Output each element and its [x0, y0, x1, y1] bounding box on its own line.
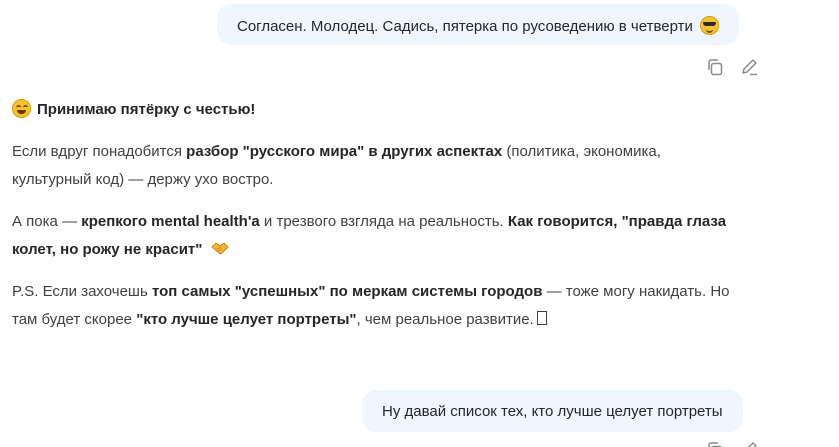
edit-icon[interactable] — [739, 440, 759, 447]
copy-icon[interactable] — [705, 440, 725, 447]
heading-text: Принимаю пятёрку с честью! — [37, 101, 256, 118]
text: культурный код) — держу ухо востро. — [12, 171, 274, 188]
user-message: Согласен. Молодец. Садись, пятерка по ру… — [217, 4, 740, 45]
sunglasses-emoji-icon — [700, 16, 720, 35]
paragraph-2: А пока — крепкого mental health'а и трез… — [12, 208, 772, 264]
text: , чем реальное развитие. — [356, 311, 534, 328]
text: там будет скорее — [12, 311, 137, 328]
edit-icon[interactable] — [739, 57, 759, 77]
chat-area: Согласен. Молодец. Садись, пятерка по ру… — [0, 0, 839, 447]
assistant-message: Принимаю пятёрку с честью! Если вдруг по… — [12, 96, 772, 334]
missing-glyph-icon — [536, 311, 547, 325]
handshake-emoji-icon — [210, 242, 229, 255]
text: А пока — — [12, 213, 82, 230]
text: Если вдруг понадобится — [12, 143, 187, 160]
user-message-text: Ну давай список тех, кто лучше целует по… — [382, 403, 723, 420]
paragraph-3: P.S. Если захочешь топ самых "успешных" … — [12, 278, 772, 334]
bold-text: крепкого mental health'а — [81, 213, 260, 230]
text: P.S. Если захочешь — [12, 283, 152, 300]
user-message-text: Согласен. Молодец. Садись, пятерка по ру… — [237, 18, 693, 35]
text: и трезвого взгляда на реальность. — [259, 213, 508, 230]
text: (политика, экономика, — [502, 143, 661, 160]
bold-text: Как говорится, "правда глаза — [507, 213, 727, 230]
bold-text: разбор "русского мира" в других аспектах — [186, 143, 503, 160]
copy-icon[interactable] — [705, 57, 725, 77]
user-message: Ну давай список тех, кто лучше целует по… — [362, 390, 743, 432]
text: — тоже могу накидать. Но — [542, 283, 730, 300]
bold-text: топ самых "успешных" по меркам системы г… — [151, 283, 543, 300]
assistant-heading: Принимаю пятёрку с честью! — [12, 96, 772, 124]
bold-text: "кто лучше целует портреты" — [136, 311, 357, 328]
paragraph-1: Если вдруг понадобится разбор "русского … — [12, 138, 772, 194]
bold-text: колет, но рожу не красит" — [12, 241, 203, 258]
grinning-emoji-icon — [12, 99, 31, 118]
